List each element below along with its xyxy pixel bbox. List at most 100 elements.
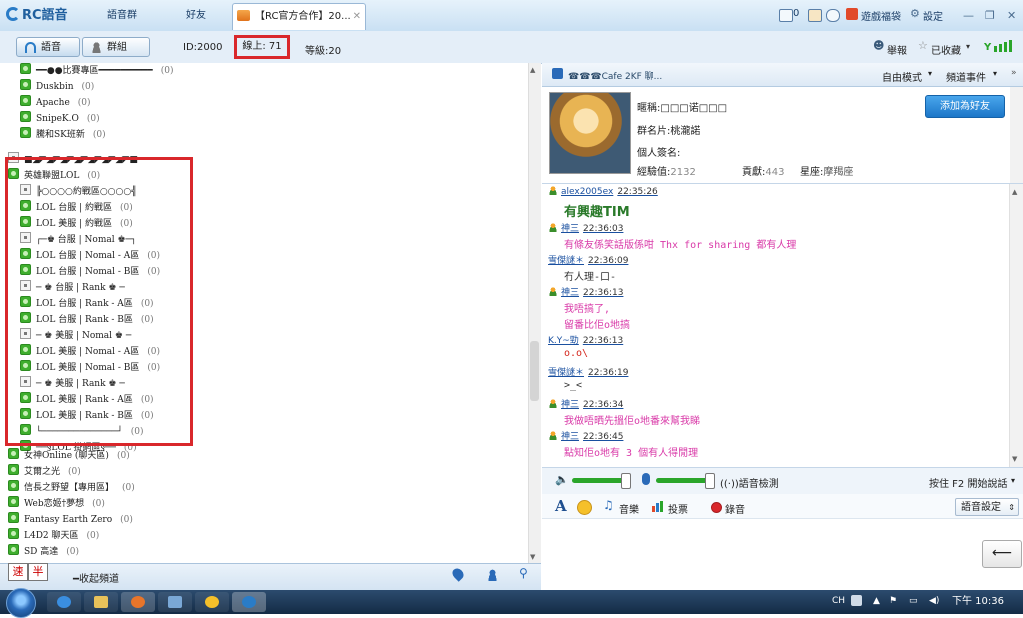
channel-room[interactable]: Duskbin (0): [20, 79, 94, 95]
nickname: 暱稱:□□□诺□□□: [637, 103, 728, 114]
taskbar-explorer[interactable]: [84, 592, 118, 612]
tab-voice-groups[interactable]: 語音群: [92, 3, 152, 28]
message-input[interactable]: [542, 519, 1023, 590]
volume-tray-icon[interactable]: ◀): [929, 596, 939, 606]
chat-username[interactable]: 神三: [561, 224, 579, 234]
favorite-dropdown-icon[interactable]: ▾: [966, 42, 970, 51]
channel-room[interactable]: Web恋姬†夢想 (0): [8, 496, 105, 512]
tray-expand-icon[interactable]: ▲: [873, 596, 880, 606]
chat-message-header[interactable]: 神三 22:36:45: [548, 429, 623, 442]
ime-speed-button[interactable]: 速: [8, 563, 28, 581]
mic-volume-track[interactable]: [656, 478, 712, 483]
group-tab[interactable]: 群組: [82, 37, 150, 57]
channel-room[interactable]: 騰和SK班新 (0): [20, 127, 106, 143]
voice-detect-button[interactable]: ((·))語音檢測: [720, 475, 779, 490]
channel-room[interactable]: Fantasy Earth Zero (0): [8, 512, 133, 528]
chat-message-header[interactable]: K.Y~勁 22:36:13: [548, 333, 623, 346]
taskbar-ie[interactable]: [47, 592, 81, 612]
send-button[interactable]: ⟵: [982, 540, 1022, 568]
taskbar-qq[interactable]: [195, 592, 229, 612]
chat-scroll-down-icon[interactable]: ▼: [1012, 455, 1017, 463]
free-mode-dropdown[interactable]: 自由模式: [882, 69, 922, 84]
chat-username[interactable]: 神三: [561, 400, 579, 410]
ime-icon[interactable]: [851, 595, 862, 606]
chat-timestamp: 22:36:19: [588, 368, 629, 378]
channel-room[interactable]: Apache (0): [20, 95, 91, 111]
chat-username[interactable]: 雪傑謎＊: [548, 256, 584, 266]
channel-room[interactable]: L4D2 聊天區 (0): [8, 528, 99, 544]
taskbar-rc[interactable]: [232, 592, 266, 612]
chat-message-header[interactable]: 神三 22:36:13: [548, 285, 623, 298]
chat-scroll-up-icon[interactable]: ▲: [1012, 188, 1017, 196]
channel-room[interactable]: SnipeK.O (0): [20, 111, 100, 127]
restore-icon[interactable]: ❐: [985, 9, 995, 22]
search-icon[interactable]: ⚲: [519, 566, 528, 580]
channel-room[interactable]: 艾爾之光 (0): [8, 464, 81, 480]
mail-icon[interactable]: [779, 9, 793, 22]
channel-events-dropdown[interactable]: 頻道事件: [946, 69, 986, 84]
speaker-volume-track[interactable]: [572, 478, 628, 483]
room-icon: [20, 79, 31, 90]
app-icon: [168, 596, 182, 608]
chat-message-header[interactable]: 神三 22:36:34: [548, 397, 623, 410]
mic-volume-knob[interactable]: [705, 473, 716, 489]
gear-icon: ⚙: [910, 7, 920, 20]
flag-icon[interactable]: ⚑: [889, 596, 897, 606]
free-mode-chevron-icon[interactable]: ▾: [928, 69, 932, 78]
chat-username[interactable]: 雪傑謎＊: [548, 368, 584, 378]
channel-list-scroll-thumb[interactable]: [530, 341, 539, 401]
ime-half-width-button[interactable]: 半: [28, 563, 48, 581]
scroll-up-icon[interactable]: ▲: [530, 66, 535, 74]
vote-button[interactable]: 投票: [668, 501, 688, 516]
push-to-talk-hotkey[interactable]: 按住 F2 開始說話: [929, 475, 1007, 490]
channel-room[interactable]: SD 高達 (0): [8, 544, 79, 560]
music-button[interactable]: 音樂: [619, 501, 639, 516]
taskbar-firefox[interactable]: [121, 592, 155, 612]
channel-list-scrollbar[interactable]: [528, 63, 541, 563]
chat-username[interactable]: 神三: [561, 288, 579, 298]
tab-friends[interactable]: 好友: [166, 3, 226, 28]
emoji-icon[interactable]: [577, 500, 592, 515]
favorite-button[interactable]: 已收藏: [931, 42, 961, 57]
record-button[interactable]: 錄音: [725, 501, 745, 516]
profile-scrollbar[interactable]: [1010, 87, 1023, 183]
scroll-down-icon[interactable]: ▼: [530, 553, 535, 561]
taskbar-app[interactable]: [158, 592, 192, 612]
minimize-icon[interactable]: —: [963, 9, 974, 22]
chat-scrollbar[interactable]: [1009, 184, 1023, 467]
language-indicator[interactable]: CH: [832, 596, 845, 606]
chat-message-header[interactable]: 神三 22:36:03: [548, 221, 623, 234]
channel-events-chevron-icon[interactable]: ▾: [993, 69, 997, 78]
close-window-icon[interactable]: ✕: [1007, 9, 1016, 22]
tab-active-channel[interactable]: 【RC官方合作】20... ✕: [232, 3, 366, 30]
settings-button[interactable]: 設定: [923, 8, 943, 23]
channel-label: Web恋姬†夢想: [24, 499, 85, 509]
voice-settings-dropdown[interactable]: 語音設定 ⇕: [955, 498, 1019, 516]
voice-tab[interactable]: 語音: [16, 37, 80, 57]
expand-icon[interactable]: »: [1011, 68, 1017, 78]
chat-message-header[interactable]: 雪傑謎＊ 22:36:19: [548, 365, 628, 378]
skin-icon[interactable]: [808, 9, 822, 22]
chat-username[interactable]: K.Y~勁: [548, 336, 579, 346]
channel-room[interactable]: ━━●●比賽專區━━━━━━━━━━ (0): [20, 63, 173, 79]
report-button[interactable]: 舉報: [887, 42, 907, 57]
add-friend-button[interactable]: 添加為好友: [925, 95, 1005, 118]
speaker-volume-knob[interactable]: [621, 473, 632, 489]
network-icon[interactable]: ▭: [909, 596, 918, 606]
channel-room[interactable]: 信長之野望【專用區】 (0): [8, 480, 135, 496]
channel-room[interactable]: 女神Online (聊天區) (0): [8, 448, 130, 464]
font-icon[interactable]: A: [555, 497, 567, 515]
close-tab-icon[interactable]: ✕: [353, 4, 361, 29]
game-gift-button[interactable]: 遊戲福袋: [861, 8, 901, 23]
channel-label: L4D2 聊天區: [24, 531, 79, 541]
chat-message-header[interactable]: alex2005ex 22:35:26: [548, 186, 658, 197]
speaker-icon[interactable]: 🔈: [555, 473, 569, 486]
microphone-icon[interactable]: [642, 473, 650, 485]
chat-icon[interactable]: [826, 9, 840, 22]
collapse-channels-button[interactable]: ━收起頻道: [73, 570, 119, 585]
push-to-talk-chevron-icon[interactable]: ▾: [1011, 476, 1015, 485]
chat-username[interactable]: 神三: [561, 432, 579, 442]
chat-message-header[interactable]: 雪傑謎＊ 22:36:09: [548, 253, 628, 266]
chat-username[interactable]: alex2005ex: [561, 187, 613, 197]
user-icon[interactable]: [487, 569, 498, 581]
